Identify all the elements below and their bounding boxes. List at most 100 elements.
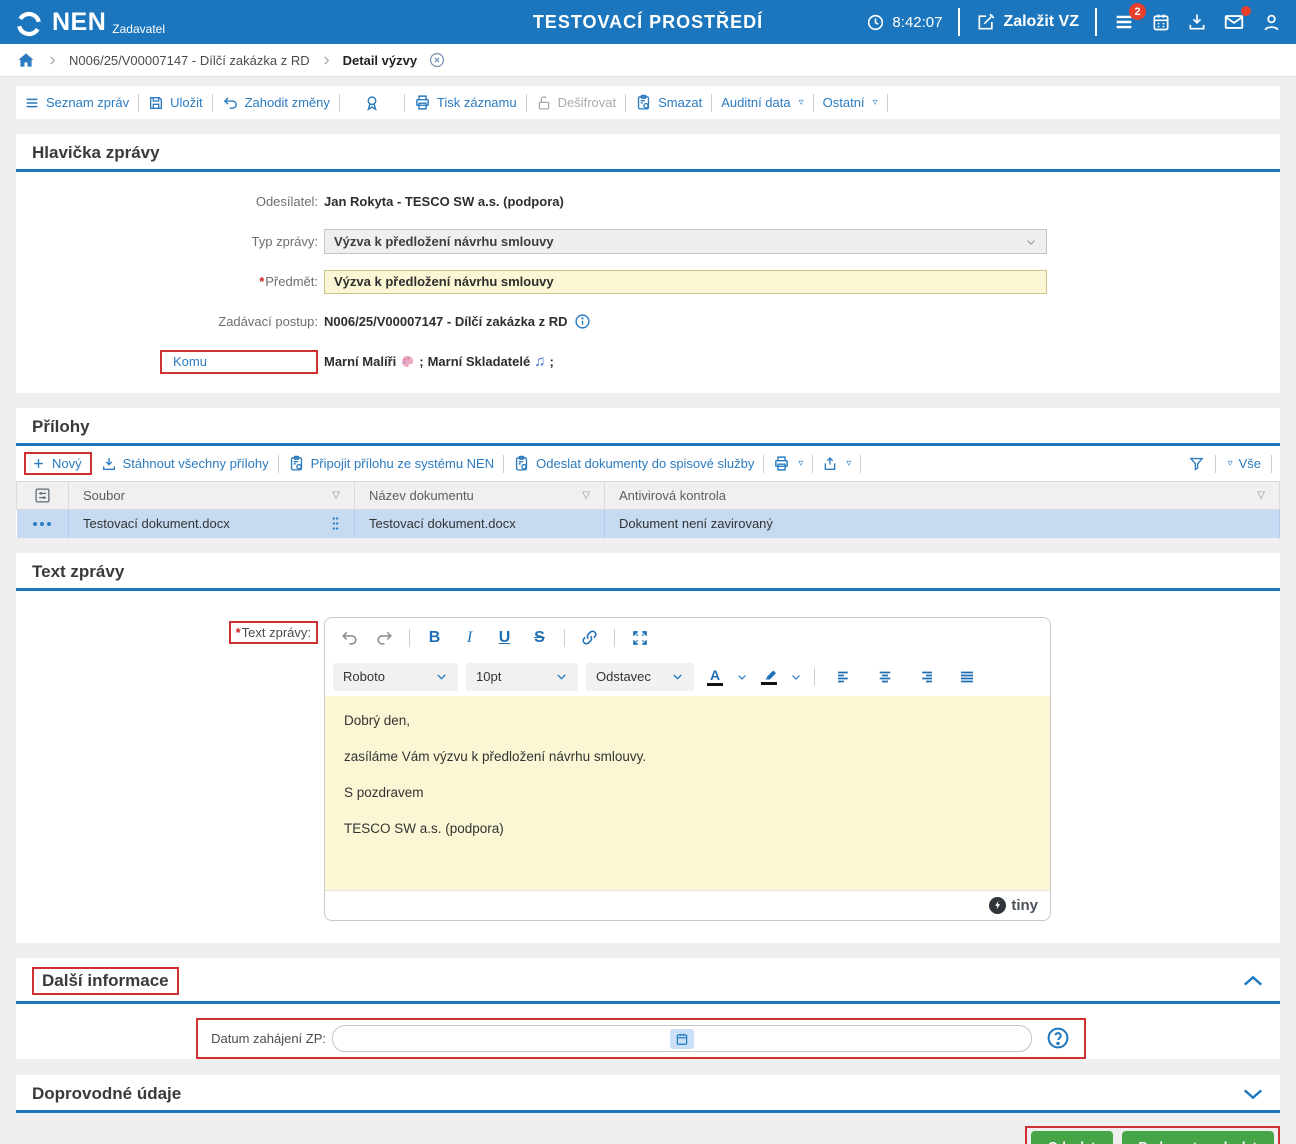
create-vz-button[interactable]: Založit VZ bbox=[976, 12, 1079, 32]
downloads-button[interactable] bbox=[1187, 12, 1207, 32]
align-right-button[interactable] bbox=[909, 662, 942, 692]
decrypt-button: Dešifrovat bbox=[536, 95, 617, 111]
highlight-color-button[interactable] bbox=[756, 663, 782, 691]
document-name: Testovací dokument.docx bbox=[369, 516, 516, 531]
toolbar-separator bbox=[404, 94, 405, 112]
download-all-button[interactable]: Stáhnout všechny přílohy bbox=[101, 456, 269, 472]
toolbar-separator bbox=[813, 94, 814, 112]
editor-toolbar-row2: Roboto 10pt Odstavec A bbox=[325, 658, 1050, 696]
column-header-soubor[interactable]: Soubor▽ bbox=[69, 482, 355, 510]
recipients-label[interactable]: Komu bbox=[160, 350, 318, 374]
home-icon[interactable] bbox=[16, 50, 36, 70]
toolbar-separator bbox=[860, 455, 861, 473]
audit-data-dropdown[interactable]: Auditní data ▿ bbox=[721, 95, 803, 110]
subject-row: *Předmět: bbox=[16, 269, 1280, 294]
attachments-section: Přílohy Nový Stáhnout všechny přílohy Př… bbox=[16, 408, 1280, 538]
align-justify-button[interactable] bbox=[950, 662, 983, 692]
send-to-filing-button[interactable]: Odeslat dokumenty do spisové služby bbox=[513, 455, 754, 472]
award-button[interactable] bbox=[363, 94, 381, 112]
print-record-button[interactable]: Tisk záznamu bbox=[414, 94, 517, 111]
print-dropdown[interactable]: ▿ bbox=[773, 455, 803, 472]
message-paragraph: Dobrý den, bbox=[344, 713, 1031, 728]
font-size-select[interactable]: 10pt bbox=[466, 663, 578, 691]
strikethrough-button[interactable]: S bbox=[523, 623, 556, 653]
redo-button[interactable] bbox=[368, 623, 401, 653]
procedure-value: N006/25/V00007147 - Dílčí zakázka z RD bbox=[324, 314, 568, 329]
subject-input[interactable] bbox=[324, 270, 1047, 294]
send-button[interactable]: Odeslat bbox=[1031, 1131, 1113, 1144]
font-family-select[interactable]: Roboto bbox=[333, 663, 458, 691]
tasks-menu-button[interactable]: 2 bbox=[1113, 11, 1135, 33]
breadcrumb-path[interactable]: N006/25/V00007147 - Dílčí zakázka z RD bbox=[69, 53, 310, 68]
recipient-name: Marní Malíři bbox=[324, 354, 396, 369]
section-title: Text zprávy bbox=[32, 562, 124, 582]
collapse-chevron-up-icon[interactable] bbox=[1242, 974, 1264, 988]
delete-button[interactable]: Smazat bbox=[635, 94, 702, 111]
file-cell[interactable]: Testovací dokument.docx bbox=[69, 510, 355, 538]
column-filter-icon[interactable]: ▽ bbox=[332, 490, 340, 501]
breadcrumb-chevron-icon bbox=[321, 55, 332, 66]
message-paragraph: zasíláme Vám výzvu k předložení návrhu s… bbox=[344, 749, 1031, 764]
column-filter-icon[interactable]: ▽ bbox=[1257, 490, 1265, 501]
calendar-picker-icon[interactable] bbox=[670, 1029, 694, 1049]
row-menu-cell[interactable] bbox=[17, 510, 69, 538]
italic-button[interactable]: I bbox=[453, 623, 486, 653]
additional-info-section: Další informace Datum zahájení ZP: bbox=[16, 958, 1280, 1059]
export-dropdown[interactable]: ▿ bbox=[822, 456, 851, 472]
text-color-button[interactable]: A bbox=[702, 663, 728, 691]
profile-button[interactable] bbox=[1261, 12, 1282, 33]
attach-from-nen-label: Připojit přílohu ze systému NEN bbox=[311, 456, 495, 471]
info-icon[interactable] bbox=[574, 313, 591, 330]
sign-and-send-button[interactable]: Podepsat a odeslat bbox=[1122, 1131, 1274, 1144]
toolbar-separator bbox=[814, 668, 815, 686]
message-type-select[interactable]: Výzva k předložení návrhu smlouvy bbox=[324, 229, 1047, 254]
printer-icon bbox=[773, 455, 790, 472]
messages-button[interactable] bbox=[1223, 11, 1245, 33]
table-row[interactable]: Testovací dokument.docx Testovací dokume… bbox=[17, 510, 1280, 538]
other-dropdown[interactable]: Ostatní ▿ bbox=[823, 95, 878, 110]
document-name-cell[interactable]: Testovací dokument.docx bbox=[355, 510, 605, 538]
antivirus-cell[interactable]: Dokument není zavirovaný bbox=[605, 510, 1280, 538]
show-all-dropdown[interactable]: ▿ Vše bbox=[1226, 456, 1261, 471]
column-header-antivir[interactable]: Antivirová kontrola▽ bbox=[605, 482, 1280, 510]
discard-changes-button[interactable]: Zahodit změny bbox=[222, 94, 330, 111]
column-filter-icon[interactable]: ▽ bbox=[582, 490, 590, 501]
tinymce-brand: tiny bbox=[1011, 897, 1038, 914]
expand-chevron-down-icon[interactable] bbox=[1242, 1087, 1264, 1101]
bold-button[interactable]: B bbox=[418, 623, 451, 653]
record-actions-toolbar: Seznam zpráv Uložit Zahodit změny Tisk z… bbox=[16, 86, 1280, 119]
filter-funnel-icon[interactable] bbox=[1188, 455, 1205, 472]
undo-button[interactable] bbox=[333, 623, 366, 653]
attach-from-nen-button[interactable]: Připojit přílohu ze systému NEN bbox=[288, 455, 495, 472]
message-type-value: Výzva k předložení návrhu smlouvy bbox=[334, 234, 554, 249]
underline-button[interactable]: U bbox=[488, 623, 521, 653]
fullscreen-button[interactable] bbox=[623, 623, 656, 653]
help-icon[interactable] bbox=[1046, 1026, 1070, 1050]
save-button[interactable]: Uložit bbox=[148, 95, 203, 111]
editor-content[interactable]: Dobrý den, zasíláme Vám výzvu k předlože… bbox=[325, 696, 1050, 890]
section-title: Přílohy bbox=[32, 417, 90, 437]
clock-icon bbox=[866, 13, 885, 32]
drag-handle-icon[interactable] bbox=[331, 516, 340, 531]
calendar-button[interactable] bbox=[1151, 12, 1171, 32]
other-label: Ostatní bbox=[823, 95, 865, 110]
download-icon bbox=[101, 456, 117, 472]
start-date-input[interactable] bbox=[332, 1025, 1032, 1052]
close-tab-icon[interactable] bbox=[428, 51, 446, 69]
block-format-select[interactable]: Odstavec bbox=[586, 663, 694, 691]
toolbar-separator bbox=[526, 94, 527, 112]
header-divider bbox=[958, 8, 960, 36]
column-header-nazev[interactable]: Název dokumentu▽ bbox=[355, 482, 605, 510]
chevron-down-icon[interactable] bbox=[736, 671, 748, 683]
new-attachment-button[interactable]: Nový bbox=[24, 452, 92, 475]
chevron-down-icon[interactable] bbox=[790, 671, 802, 683]
footer-actions: Odeslat Podepsat a odeslat bbox=[16, 1126, 1280, 1144]
column-settings-cell[interactable] bbox=[17, 482, 69, 510]
align-center-button[interactable] bbox=[868, 662, 901, 692]
link-button[interactable] bbox=[573, 623, 606, 653]
nen-logo[interactable]: NEN Zadavatel bbox=[14, 2, 165, 42]
table-header-row: Soubor▽ Název dokumentu▽ Antivirová kont… bbox=[17, 482, 1280, 510]
message-list-button[interactable]: Seznam zpráv bbox=[24, 95, 129, 111]
breadcrumb: N006/25/V00007147 - Dílčí zakázka z RD D… bbox=[0, 44, 1296, 77]
align-left-button[interactable] bbox=[827, 662, 860, 692]
